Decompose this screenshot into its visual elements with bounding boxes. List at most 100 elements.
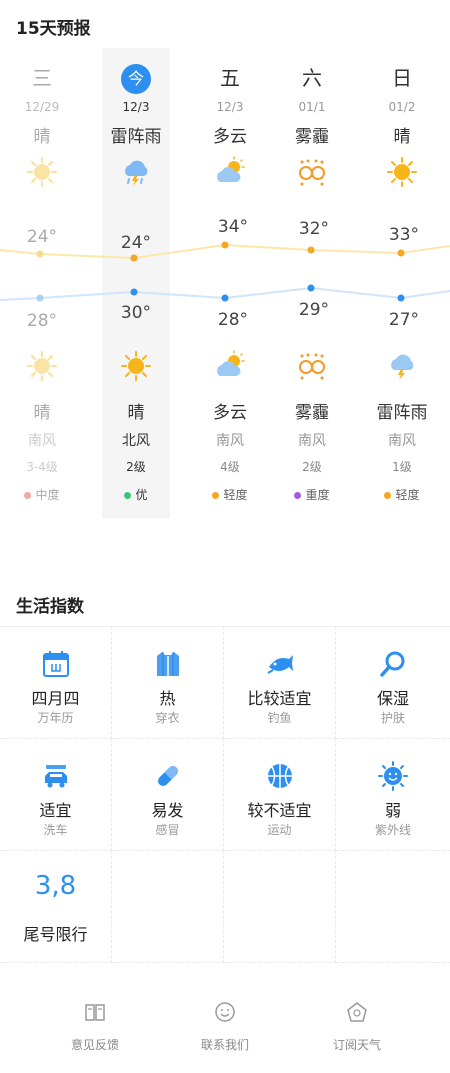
life-item-sport[interactable]: 较不适宜 运动 — [224, 739, 336, 851]
pill-icon — [157, 766, 178, 786]
date-label: 12/3 — [122, 100, 150, 114]
car-icon — [44, 765, 67, 788]
weekday-label: 五 — [220, 66, 240, 90]
life-empty-cell — [336, 851, 450, 963]
aqi-badge: 轻度 — [368, 486, 436, 503]
weekday-label: 日 — [392, 66, 412, 90]
feedback-label: 意见反馈 — [70, 1038, 119, 1052]
life-value: 易发 — [151, 801, 184, 820]
life-label: 钓鱼 — [267, 711, 292, 725]
aqi-label: 优 — [135, 488, 148, 502]
day-condition: 雷阵雨 — [110, 127, 162, 147]
life-label: 感冒 — [155, 823, 180, 837]
life-value: 四月四 — [31, 689, 80, 708]
subscribe-icon — [347, 1002, 367, 1022]
sun-face-icon — [378, 761, 408, 791]
aqi-dot — [294, 492, 302, 499]
life-item-clothing[interactable]: 热 穿衣 — [112, 627, 224, 739]
weekday-label: 三 — [32, 66, 52, 90]
wind-direction: 南风 — [388, 433, 416, 449]
life-empty-cell — [112, 851, 224, 963]
aqi-dot — [384, 492, 392, 499]
life-item-carwash[interactable]: 适宜 洗车 — [0, 739, 112, 851]
thunderstorm-icon — [125, 160, 148, 186]
wind-direction: 南风 — [28, 433, 56, 449]
life-value: 较不适宜 — [247, 801, 312, 820]
wind-level: 1级 — [392, 460, 412, 474]
forecast-day-0[interactable]: 三 12/29 晴 晴 南风 3-4级 中度 — [8, 48, 76, 518]
day-condition: 晴 — [33, 127, 51, 147]
night-condition: 晴 — [33, 403, 51, 423]
life-label: 万年历 — [37, 711, 74, 725]
life-index-title: 生活指数 — [16, 597, 84, 617]
wind-level: 4级 — [220, 460, 240, 474]
day-condition: 多云 — [213, 127, 247, 147]
life-value: 热 — [159, 689, 176, 708]
today-badge: 今 — [121, 64, 151, 94]
date-label: 01/1 — [298, 100, 326, 114]
night-condition: 晴 — [127, 403, 145, 423]
life-value: 保湿 — [376, 689, 409, 708]
forecast-day-today[interactable]: 今 12/3 雷阵雨 晴 北风 2级 优 — [102, 48, 170, 518]
forecast-day-4[interactable]: 日 01/2 晴 雷阵雨 南风 1级 轻度 — [368, 48, 436, 518]
sun-icon — [121, 351, 151, 381]
contact-button[interactable]: 联系我们 — [150, 1000, 300, 1053]
weekday-label: 六 — [302, 66, 322, 90]
haze-icon — [299, 353, 325, 380]
sun-icon — [27, 351, 57, 381]
smiley-icon — [215, 1002, 235, 1022]
cloudy-icon — [217, 156, 245, 182]
life-label: 穿衣 — [155, 711, 180, 725]
wind-direction: 南风 — [216, 433, 244, 449]
life-item-uv[interactable]: 弱 紫外线 — [336, 739, 450, 851]
wind-level: 2级 — [302, 460, 322, 474]
aqi-badge: 重度 — [278, 486, 346, 503]
night-condition: 多云 — [213, 403, 247, 423]
night-condition: 雷阵雨 — [376, 403, 428, 423]
plate-numbers: 3,8 — [34, 871, 77, 901]
life-label: 洗车 — [43, 823, 68, 837]
aqi-label: 中度 — [35, 488, 60, 502]
forecast-day-3[interactable]: 六 01/1 雾霾 雾霾 南风 2级 重度 — [278, 48, 346, 518]
plate-label: 尾号限行 — [23, 925, 88, 944]
day-condition: 雾霾 — [295, 127, 329, 147]
aqi-badge: 中度 — [8, 486, 76, 503]
fish-icon — [266, 655, 293, 674]
aqi-dot — [212, 492, 220, 499]
forecast-day-2[interactable]: 五 12/3 多云 多云 南风 4级 轻度 — [196, 48, 264, 518]
subscribe-button[interactable]: 订阅天气 — [282, 1000, 432, 1053]
aqi-label: 轻度 — [395, 488, 420, 502]
aqi-label: 轻度 — [223, 488, 248, 502]
feedback-button[interactable]: 意见反馈 — [20, 1000, 170, 1053]
life-item-calendar[interactable]: 四月四 万年历 — [0, 627, 112, 739]
wind-direction: 南风 — [298, 433, 326, 449]
life-item-plate-restriction[interactable]: 3,8 尾号限行 — [0, 851, 112, 963]
shirt-icon — [156, 652, 179, 676]
wind-direction: 北风 — [122, 433, 150, 449]
life-label: 护肤 — [380, 711, 405, 725]
wind-level: 2级 — [126, 460, 146, 474]
life-item-fishing[interactable]: 比较适宜 钓鱼 — [224, 627, 336, 739]
thunderstorm-icon — [391, 354, 414, 380]
wind-level: 3-4级 — [26, 460, 58, 474]
aqi-dot — [24, 492, 32, 499]
subscribe-label: 订阅天气 — [332, 1038, 381, 1052]
footer-bar: 意见反馈 联系我们 订阅天气 — [0, 990, 450, 1073]
aqi-badge: 轻度 — [196, 486, 264, 503]
forecast-panel: 三 12/29 晴 晴 南风 3-4级 中度 今 12/3 雷阵雨 晴 北风 2… — [0, 48, 450, 518]
life-item-skincare[interactable]: 保湿 护肤 — [336, 627, 450, 739]
sun-icon — [387, 157, 417, 187]
date-label: 01/2 — [388, 100, 416, 114]
life-value: 比较适宜 — [247, 689, 312, 708]
date-label: 12/3 — [216, 100, 244, 114]
life-index-grid: 四月四 万年历 热 穿衣 比较适宜 钓鱼 保湿 护肤 适宜 洗车 易发 感冒 较… — [0, 626, 450, 965]
life-label: 运动 — [267, 823, 292, 837]
life-item-cold[interactable]: 易发 感冒 — [112, 739, 224, 851]
date-label: 12/29 — [24, 100, 60, 114]
day-condition: 晴 — [393, 127, 411, 147]
haze-icon — [299, 159, 325, 186]
aqi-label: 重度 — [305, 488, 330, 502]
aqi-dot — [124, 492, 132, 499]
night-condition: 雾霾 — [295, 403, 329, 423]
contact-label: 联系我们 — [200, 1038, 249, 1052]
